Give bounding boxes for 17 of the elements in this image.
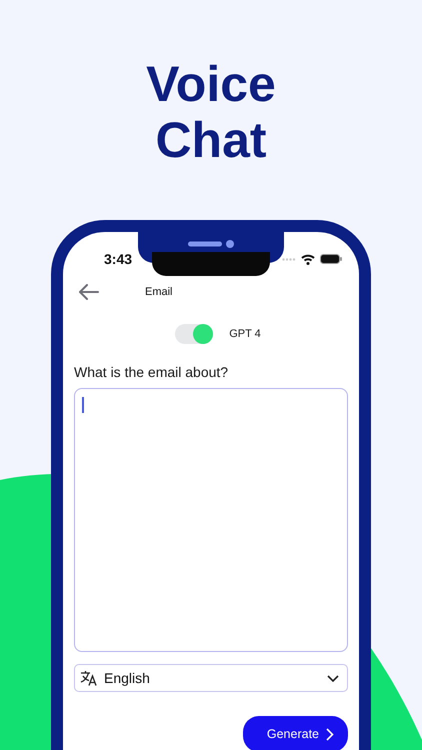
back-arrow-icon[interactable] (79, 284, 99, 300)
screen-title: Email (145, 286, 173, 298)
generate-button[interactable]: Generate (242, 716, 348, 750)
model-switch[interactable] (175, 324, 214, 344)
status-time: 3:43 (104, 251, 132, 267)
wifi-icon (301, 254, 315, 264)
chevron-right-icon (326, 728, 334, 740)
signal-icon (282, 258, 296, 260)
email-topic-field[interactable] (74, 388, 348, 652)
model-label: GPT 4 (229, 328, 261, 340)
speaker-icon (188, 240, 234, 248)
question-label: What is the email about? (74, 364, 230, 380)
language-select[interactable]: English (74, 664, 348, 692)
chevron-down-icon (327, 674, 339, 682)
battery-icon (320, 254, 342, 264)
headline: Voice Chat (145, 56, 277, 168)
translate-icon (80, 670, 98, 686)
